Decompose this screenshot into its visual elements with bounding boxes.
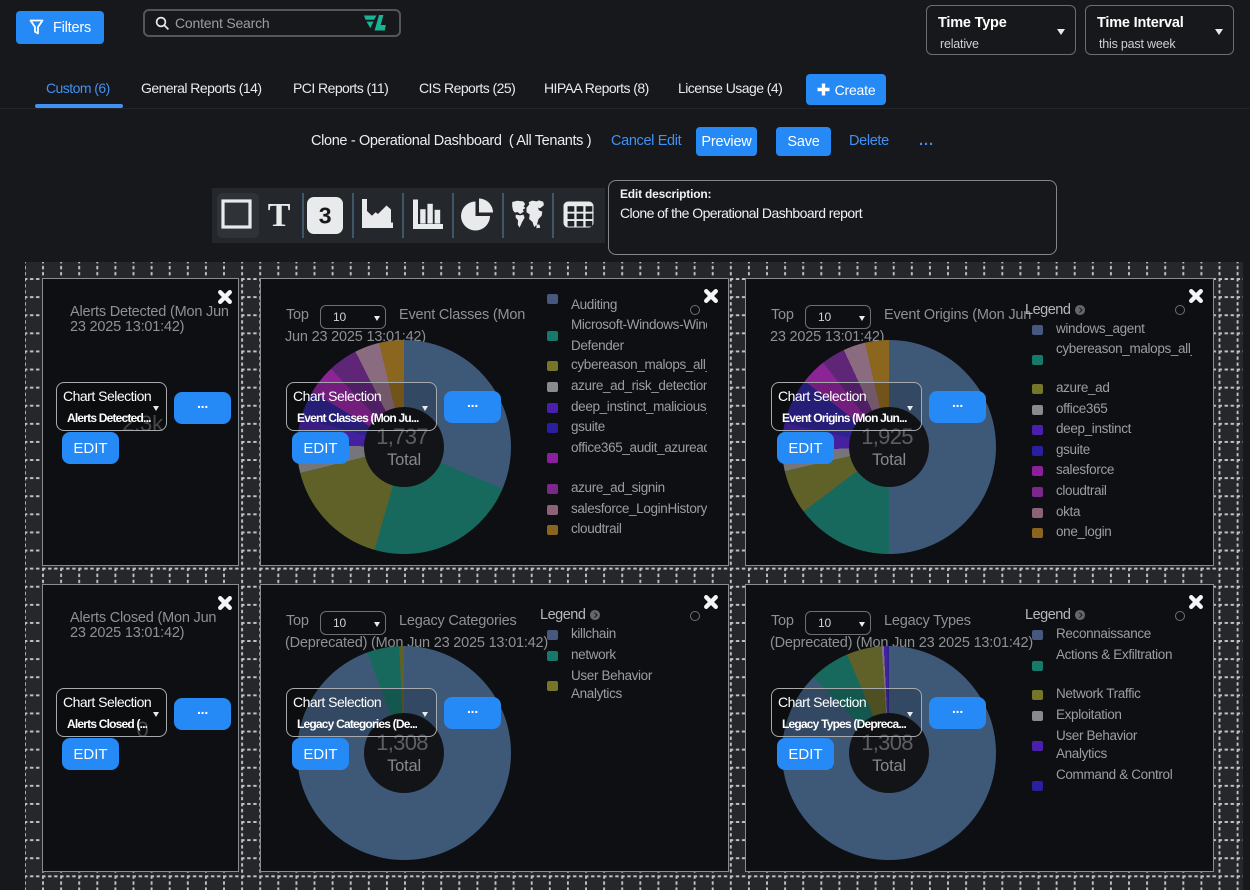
svg-text:3: 3 [319, 203, 332, 229]
